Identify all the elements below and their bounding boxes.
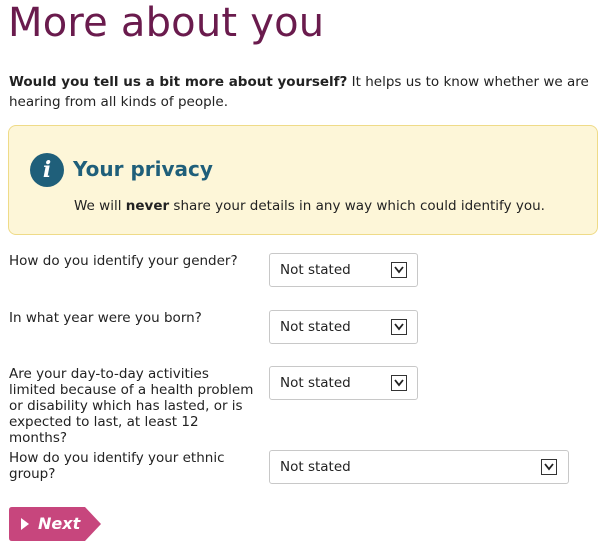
chevron-down-icon (391, 319, 407, 335)
gender-select-value: Not stated (280, 262, 351, 278)
privacy-text-start: We will (74, 198, 126, 214)
privacy-notice: i Your privacy We will never share your … (8, 125, 598, 235)
intro-question: Would you tell us a bit more about yours… (9, 74, 348, 90)
more-about-you-page: More about you Would you tell us a bit m… (0, 0, 609, 550)
ethnicity-label: How do you identify your ethnic group? (9, 450, 225, 482)
ethnicity-select-value: Not stated (280, 459, 351, 475)
chevron-down-icon (391, 375, 407, 391)
chevron-right-icon (21, 518, 29, 530)
disability-select[interactable]: Not stated (269, 366, 418, 400)
privacy-text-end: share your details in any way which coul… (169, 198, 545, 214)
birth-year-label: In what year were you born? (9, 310, 202, 326)
privacy-title: Your privacy (73, 157, 213, 181)
intro-text: Would you tell us a bit more about yours… (9, 72, 601, 112)
ethnicity-select[interactable]: Not stated (269, 450, 569, 484)
chevron-down-icon (391, 262, 407, 278)
gender-label: How do you identify your gender? (9, 253, 238, 269)
privacy-text: We will never share your details in any … (74, 196, 545, 216)
birth-year-select-value: Not stated (280, 319, 351, 335)
page-title: More about you (8, 0, 325, 46)
next-button-label: Next (38, 514, 81, 533)
next-button[interactable]: Next (9, 507, 101, 541)
disability-label: Are your day-to-day activities limited b… (9, 366, 254, 446)
birth-year-select[interactable]: Not stated (269, 310, 418, 344)
privacy-text-emphasis: never (125, 198, 170, 214)
info-icon: i (30, 153, 64, 187)
gender-select[interactable]: Not stated (269, 253, 418, 287)
disability-select-value: Not stated (280, 375, 351, 391)
chevron-down-icon (541, 459, 557, 475)
